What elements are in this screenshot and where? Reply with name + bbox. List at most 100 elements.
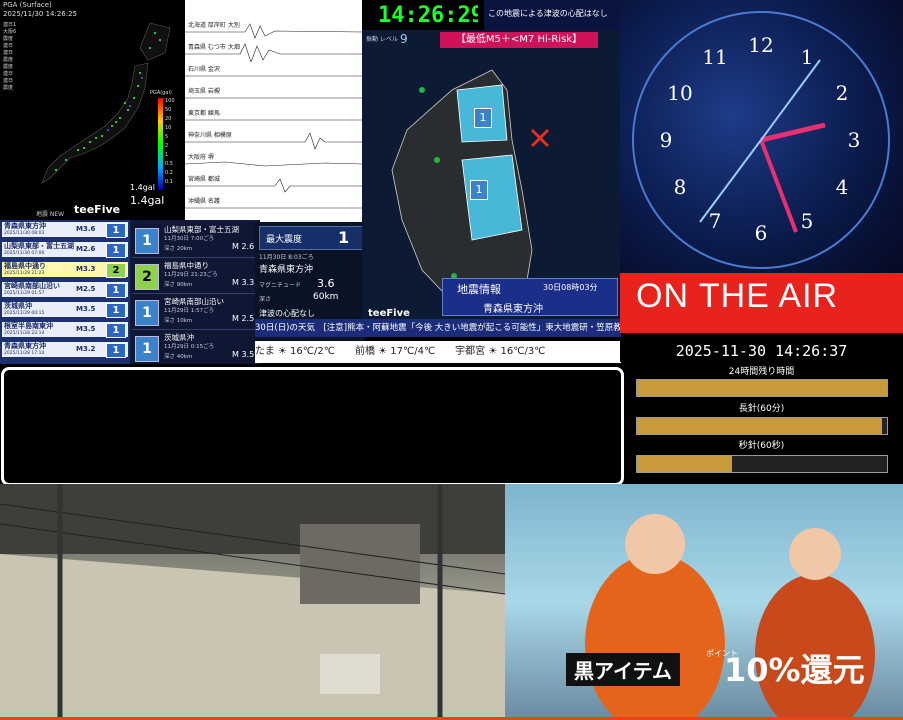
quake-name: 青森県東方沖 bbox=[4, 342, 46, 350]
ad-text: 黒アイテム bbox=[566, 653, 680, 686]
waveform-row: 宮崎県 都城 bbox=[185, 174, 362, 194]
detail-date: 11月29日 21:23ごろ bbox=[164, 272, 218, 278]
quake-name: 青森県東方沖 bbox=[4, 222, 46, 230]
latest-depth-label: 深さ bbox=[259, 296, 272, 303]
quake-map: 振動 レベル 9 【最低M5＋<M7 Hi-Risk】 1 1 地震情報 30日… bbox=[362, 30, 620, 330]
waveform-label: 青森県 むつ市 大畑 bbox=[188, 44, 240, 51]
quake-list-item[interactable]: 根室半島南東沖 2025/11/28 22:14 M3.5 1 bbox=[2, 322, 128, 338]
quake-date: 2025/11/29 00:15 bbox=[4, 311, 45, 316]
waveform-label: 沖縄県 名護 bbox=[188, 198, 220, 205]
progress-bar-minute bbox=[636, 417, 888, 435]
scale-tick: 100 bbox=[165, 98, 175, 104]
scale-tick: 0.1 bbox=[165, 179, 173, 185]
brand-logo: teeFive bbox=[74, 203, 121, 216]
progress-fill bbox=[637, 456, 732, 472]
quake-detail-item[interactable]: 1 宮崎県南部山沿い 11月29日 1:57ごろ 深さ 10km M 2.5 bbox=[132, 294, 258, 330]
legend-item: 大阪6 bbox=[3, 29, 17, 35]
legend-item: 連日 bbox=[3, 71, 14, 77]
quake-info-box: 地震情報 30日08時03分 青森県東方沖 bbox=[442, 278, 618, 316]
waveform-row: 沖縄県 名護 bbox=[185, 196, 362, 216]
legend-item: 連日 bbox=[3, 50, 14, 56]
live-camera-feed bbox=[0, 484, 505, 720]
waveform-row: 東京都 練馬 bbox=[185, 108, 362, 128]
legend-item: 連日 bbox=[3, 78, 14, 84]
quake-list-item[interactable]: 青森県東方沖 2025/11/30 08:03 M3.6 1 bbox=[2, 222, 128, 238]
legend-item: 震度 bbox=[3, 36, 14, 42]
waveform-label: 北海道 厚岸町 大別 bbox=[188, 22, 240, 29]
digital-clock: 14:26:29 bbox=[378, 3, 478, 29]
quake-date: 2025/11/29 21:23 bbox=[4, 271, 45, 276]
ad-percent: 10%還元 bbox=[724, 651, 865, 689]
tsunami-banner: この地震による津波の心配はなし bbox=[484, 0, 621, 30]
pga-title: PGA (Surface) bbox=[3, 1, 52, 9]
brand-logo: teeFive bbox=[368, 308, 410, 319]
detail-intensity: 1 bbox=[135, 300, 159, 326]
detail-mag: M 3.3 bbox=[232, 278, 255, 287]
waveform-row: 神奈川県 相模原 bbox=[185, 130, 362, 150]
quake-intensity: 1 bbox=[106, 323, 126, 338]
quake-date: 2025/11/28 17:14 bbox=[4, 351, 45, 356]
quake-detail-item[interactable]: 2 福島県中通り 11月29日 21:23ごろ 深さ 90km M 3.3 bbox=[132, 258, 258, 294]
legend-item: 震度 bbox=[3, 64, 14, 70]
latest-tsunami: 津波の心配なし bbox=[259, 309, 315, 318]
clock-number: 4 bbox=[836, 175, 849, 199]
max-intensity-value: 1 bbox=[338, 228, 350, 247]
max-intensity-box: 最大震度 1 bbox=[259, 226, 363, 250]
detail-depth: 深さ 90km bbox=[164, 282, 193, 288]
quake-name: 茨城県沖 bbox=[4, 302, 32, 310]
scale-tick: 50 bbox=[165, 107, 172, 113]
waveform-row: 青森県 むつ市 大畑 bbox=[185, 42, 362, 63]
quake-detail-item[interactable]: 1 茨城県沖 11月29日 0:15ごろ 深さ 40km M 3.5 bbox=[132, 330, 258, 364]
clock-number: 10 bbox=[667, 81, 692, 105]
legend-item: 連日1 bbox=[3, 22, 17, 28]
detail-mag: M 3.5 bbox=[232, 350, 255, 359]
quake-list-item[interactable]: 宮崎県南部山沿い 2025/11/29 01:57 M2.5 1 bbox=[2, 282, 128, 298]
clock-number: 6 bbox=[755, 221, 768, 245]
waveform-row: 埼玉県 岩槻 bbox=[185, 86, 362, 106]
pga-unit: PGA(gal) bbox=[150, 90, 172, 96]
progress-label-second: 秒針(60秒) bbox=[738, 441, 785, 451]
clock-number: 8 bbox=[674, 175, 687, 199]
clock-number: 12 bbox=[748, 33, 773, 57]
clock-number: 1 bbox=[801, 45, 814, 69]
waveform-panel: 北海道 厚岸町 大別 青森県 むつ市 大畑 石川県 金沢 埼玉県 岩槻 東京都 … bbox=[185, 0, 362, 222]
quake-list-item[interactable]: 山梨県東部・富士五湖 2025/11/30 07:00 M2.6 1 bbox=[2, 242, 128, 258]
pga-datetime: 2025/11/30 14:26:25 bbox=[3, 10, 78, 18]
info-time: 30日08時03分 bbox=[543, 283, 598, 292]
clock-number: 9 bbox=[660, 128, 673, 152]
pga-small: 1.4gal bbox=[130, 183, 155, 192]
quake-list-item[interactable]: 茨城県沖 2025/11/29 00:15 M3.5 1 bbox=[2, 302, 128, 318]
quake-name: 根室半島南東沖 bbox=[4, 322, 53, 330]
quake-date: 2025/11/30 07:00 bbox=[4, 251, 45, 256]
detail-date: 11月29日 1:57ごろ bbox=[164, 308, 215, 314]
detail-depth: 深さ 20km bbox=[164, 246, 193, 252]
scale-tick: 10 bbox=[165, 125, 172, 131]
quake-detail-item[interactable]: 1 山梨県東部・富士五湖 11月30日 7:00ごろ 深さ 20km M 2.6 bbox=[132, 222, 258, 258]
clock-number: 11 bbox=[702, 45, 727, 69]
progress-fill bbox=[637, 380, 887, 396]
quake-list-item[interactable]: 青森県東方沖 2025/11/28 17:14 M3.2 1 bbox=[2, 342, 128, 358]
scale-tick: 0.5 bbox=[165, 161, 173, 167]
scale-tick: 0.2 bbox=[165, 170, 173, 176]
quake-mag: M2.5 bbox=[76, 285, 96, 293]
message-box bbox=[1, 367, 624, 486]
waveform-label: 石川県 金沢 bbox=[188, 66, 220, 73]
quake-list: 青森県東方沖 2025/11/30 08:03 M3.6 1 山梨県東部・富士五湖 20… bbox=[0, 220, 130, 364]
quake-intensity: 1 bbox=[106, 223, 126, 238]
info-title: 地震情報 bbox=[457, 283, 501, 296]
pga-legend: 連日1 大阪6 震度 連日 連日 震度 震度 連日 連日 震度 bbox=[3, 22, 16, 92]
quake-list-item[interactable]: 福島県中通り 2025/11/29 21:23 M3.3 2 bbox=[2, 262, 128, 278]
pga-max: 1.4gal bbox=[130, 194, 165, 207]
latest-date: 11月30日 8:03ごろ bbox=[259, 254, 314, 261]
latest-region: 青森県東方沖 bbox=[259, 265, 314, 275]
quake-mag: M3.6 bbox=[76, 225, 96, 233]
quake-intensity: 1 bbox=[106, 303, 126, 318]
scale-tick: 5 bbox=[165, 134, 169, 140]
latest-mag-value: 3.6 bbox=[317, 277, 335, 290]
quake-name: 山梨県東部・富士五湖 bbox=[4, 242, 74, 250]
quake-intensity: 1 bbox=[106, 343, 126, 358]
legend-item: 震度 bbox=[3, 85, 14, 91]
clock-face: 12 1 2 3 4 5 6 7 8 9 10 11 bbox=[632, 11, 890, 269]
quake-mag: M3.5 bbox=[76, 305, 96, 313]
progress-fill bbox=[637, 418, 882, 434]
